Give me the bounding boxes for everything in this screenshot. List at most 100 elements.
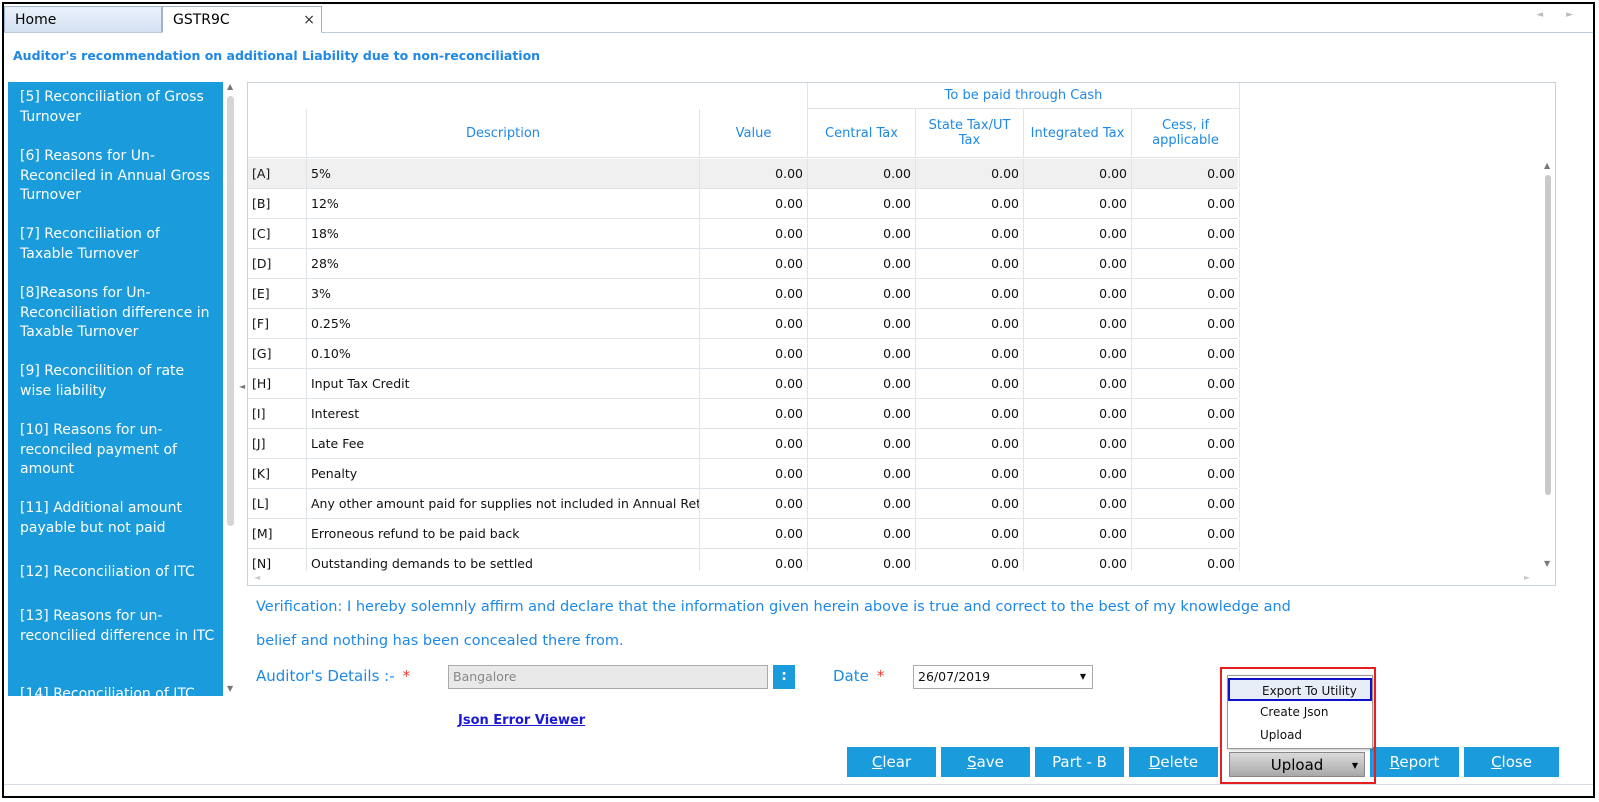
- row-value-cell[interactable]: 0.00: [700, 369, 808, 398]
- row-central-tax-cell[interactable]: 0.00: [808, 549, 916, 571]
- table-row[interactable]: [G] 0.10% 0.00 0.00 0.00 0.00 0.00: [248, 339, 1240, 369]
- row-cess-cell[interactable]: 0.00: [1132, 219, 1240, 248]
- sidebar-scrollbar[interactable]: ▲ ▼: [225, 82, 237, 696]
- row-cess-cell[interactable]: 0.00: [1132, 429, 1240, 458]
- table-row[interactable]: [D] 28% 0.00 0.00 0.00 0.00 0.00: [248, 249, 1240, 279]
- row-integrated-tax-cell[interactable]: 0.00: [1024, 159, 1132, 188]
- row-description[interactable]: Interest: [307, 399, 700, 428]
- row-central-tax-cell[interactable]: 0.00: [808, 429, 916, 458]
- row-description[interactable]: 5%: [307, 159, 700, 188]
- row-value-cell[interactable]: 0.00: [700, 489, 808, 518]
- row-central-tax-cell[interactable]: 0.00: [808, 489, 916, 518]
- chevron-down-icon[interactable]: ▼: [1080, 666, 1086, 688]
- row-central-tax-cell[interactable]: 0.00: [808, 309, 916, 338]
- row-cess-cell[interactable]: 0.00: [1132, 459, 1240, 488]
- scroll-up-icon[interactable]: ▲: [227, 82, 233, 91]
- tab-scroll-arrows-icon[interactable]: ◄ ►: [1536, 10, 1583, 20]
- row-integrated-tax-cell[interactable]: 0.00: [1024, 339, 1132, 368]
- sidebar-item-7[interactable]: [7] Reconciliation of Taxable Turnover: [20, 225, 215, 264]
- row-integrated-tax-cell[interactable]: 0.00: [1024, 399, 1132, 428]
- clear-button[interactable]: Clear: [847, 747, 936, 777]
- row-integrated-tax-cell[interactable]: 0.00: [1024, 519, 1132, 548]
- row-integrated-tax-cell[interactable]: 0.00: [1024, 309, 1132, 338]
- grid-scroll-right-icon[interactable]: ►: [1524, 573, 1530, 582]
- row-central-tax-cell[interactable]: 0.00: [808, 369, 916, 398]
- row-integrated-tax-cell[interactable]: 0.00: [1024, 549, 1132, 571]
- table-row[interactable]: [M] Erroneous refund to be paid back 0.00 0…: [248, 519, 1240, 549]
- row-state-tax-cell[interactable]: 0.00: [916, 189, 1024, 218]
- row-integrated-tax-cell[interactable]: 0.00: [1024, 219, 1132, 248]
- table-row[interactable]: [H] Input Tax Credit 0.00 0.00 0.00 0.00 0.00: [248, 369, 1240, 399]
- row-central-tax-cell[interactable]: 0.00: [808, 249, 916, 278]
- row-value-cell[interactable]: 0.00: [700, 459, 808, 488]
- row-value-cell[interactable]: 0.00: [700, 339, 808, 368]
- row-integrated-tax-cell[interactable]: 0.00: [1024, 489, 1132, 518]
- row-cess-cell[interactable]: 0.00: [1132, 189, 1240, 218]
- table-row[interactable]: [C] 18% 0.00 0.00 0.00 0.00 0.00: [248, 219, 1240, 249]
- row-cess-cell[interactable]: 0.00: [1132, 249, 1240, 278]
- row-description[interactable]: Erroneous refund to be paid back: [307, 519, 700, 548]
- row-integrated-tax-cell[interactable]: 0.00: [1024, 369, 1132, 398]
- grid-vertical-scrollbar[interactable]: ▲ ▼: [1543, 161, 1553, 573]
- row-description[interactable]: Outstanding demands to be settled: [307, 549, 700, 571]
- row-integrated-tax-cell[interactable]: 0.00: [1024, 249, 1132, 278]
- row-central-tax-cell[interactable]: 0.00: [808, 339, 916, 368]
- row-state-tax-cell[interactable]: 0.00: [916, 369, 1024, 398]
- row-central-tax-cell[interactable]: 0.00: [808, 519, 916, 548]
- sidebar-item-8[interactable]: [8]Reasons for Un-Reconciliation differe…: [20, 284, 215, 343]
- auditor-picker-button[interactable]: :: [773, 665, 795, 689]
- close-icon[interactable]: ×: [303, 7, 315, 33]
- sidebar-scroll-thumb[interactable]: [227, 96, 234, 526]
- row-value-cell[interactable]: 0.00: [700, 309, 808, 338]
- sidebar-item-9[interactable]: [9] Reconcilition of rate wise liability: [20, 362, 215, 401]
- delete-button[interactable]: Delete: [1129, 747, 1218, 777]
- auditor-details-field[interactable]: Bangalore: [448, 665, 768, 689]
- date-field[interactable]: 26/07/2019 ▼: [913, 665, 1093, 689]
- tab-home[interactable]: Home: [4, 6, 162, 32]
- save-button[interactable]: Save: [941, 747, 1030, 777]
- row-state-tax-cell[interactable]: 0.00: [916, 429, 1024, 458]
- row-central-tax-cell[interactable]: 0.00: [808, 279, 916, 308]
- scroll-down-icon[interactable]: ▼: [227, 684, 233, 693]
- row-description[interactable]: Late Fee: [307, 429, 700, 458]
- table-row[interactable]: [J] Late Fee 0.00 0.00 0.00 0.00 0.00: [248, 429, 1240, 459]
- row-description[interactable]: 18%: [307, 219, 700, 248]
- row-description[interactable]: 12%: [307, 189, 700, 218]
- row-description[interactable]: Input Tax Credit: [307, 369, 700, 398]
- row-description[interactable]: Any other amount paid for supplies not i…: [307, 489, 700, 518]
- report-button[interactable]: Report: [1370, 747, 1459, 777]
- row-cess-cell[interactable]: 0.00: [1132, 309, 1240, 338]
- row-state-tax-cell[interactable]: 0.00: [916, 399, 1024, 428]
- row-central-tax-cell[interactable]: 0.00: [808, 189, 916, 218]
- row-description[interactable]: Penalty: [307, 459, 700, 488]
- sidebar-item-12[interactable]: [12] Reconciliation of ITC: [20, 563, 215, 583]
- collapse-left-icon[interactable]: ◄: [239, 382, 245, 391]
- sidebar-item-11[interactable]: [11] Additional amount payable but not p…: [20, 499, 215, 538]
- row-central-tax-cell[interactable]: 0.00: [808, 459, 916, 488]
- grid-scroll-up-icon[interactable]: ▲: [1544, 161, 1550, 170]
- json-error-viewer-link[interactable]: Json Error Viewer: [458, 713, 585, 728]
- row-description[interactable]: 28%: [307, 249, 700, 278]
- row-state-tax-cell[interactable]: 0.00: [916, 219, 1024, 248]
- table-row[interactable]: [B] 12% 0.00 0.00 0.00 0.00 0.00: [248, 189, 1240, 219]
- row-central-tax-cell[interactable]: 0.00: [808, 159, 916, 188]
- row-integrated-tax-cell[interactable]: 0.00: [1024, 189, 1132, 218]
- table-row[interactable]: [F] 0.25% 0.00 0.00 0.00 0.00 0.00: [248, 309, 1240, 339]
- row-value-cell[interactable]: 0.00: [700, 429, 808, 458]
- grid-scroll-down-icon[interactable]: ▼: [1544, 559, 1550, 568]
- row-value-cell[interactable]: 0.00: [700, 189, 808, 218]
- row-state-tax-cell[interactable]: 0.00: [916, 489, 1024, 518]
- row-description[interactable]: 3%: [307, 279, 700, 308]
- grid-horizontal-scrollbar[interactable]: ◄ ►: [248, 571, 1538, 585]
- row-state-tax-cell[interactable]: 0.00: [916, 339, 1024, 368]
- row-value-cell[interactable]: 0.00: [700, 399, 808, 428]
- row-integrated-tax-cell[interactable]: 0.00: [1024, 279, 1132, 308]
- sidebar-item-10[interactable]: [10] Reasons for un-reconciled payment o…: [20, 421, 215, 480]
- row-state-tax-cell[interactable]: 0.00: [916, 159, 1024, 188]
- row-description[interactable]: 0.25%: [307, 309, 700, 338]
- row-cess-cell[interactable]: 0.00: [1132, 279, 1240, 308]
- sidebar-item-6[interactable]: [6] Reasons for Un-Reconciled in Annual …: [20, 147, 215, 206]
- row-cess-cell[interactable]: 0.00: [1132, 489, 1240, 518]
- row-central-tax-cell[interactable]: 0.00: [808, 399, 916, 428]
- row-value-cell[interactable]: 0.00: [700, 279, 808, 308]
